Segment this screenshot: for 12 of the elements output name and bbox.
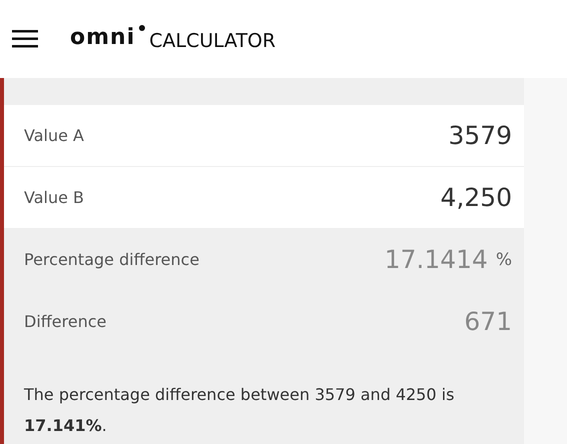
dot-icon	[139, 24, 146, 30]
input-field[interactable]: 3579	[312, 121, 512, 150]
field-label: Value A	[24, 126, 84, 145]
input-field[interactable]: 4,250	[312, 183, 512, 212]
unit-label: %	[496, 250, 512, 270]
logo-word: omni	[70, 24, 136, 50]
field-label: Value B	[24, 188, 84, 207]
menu-icon[interactable]	[12, 30, 38, 48]
logo-text: CALCULATOR	[149, 28, 276, 54]
field-label: Percentage difference	[24, 250, 200, 269]
summary-text: The percentage difference between 3579 and 4250 is 17.141%.	[24, 384, 456, 437]
field-label: Difference	[24, 312, 106, 331]
